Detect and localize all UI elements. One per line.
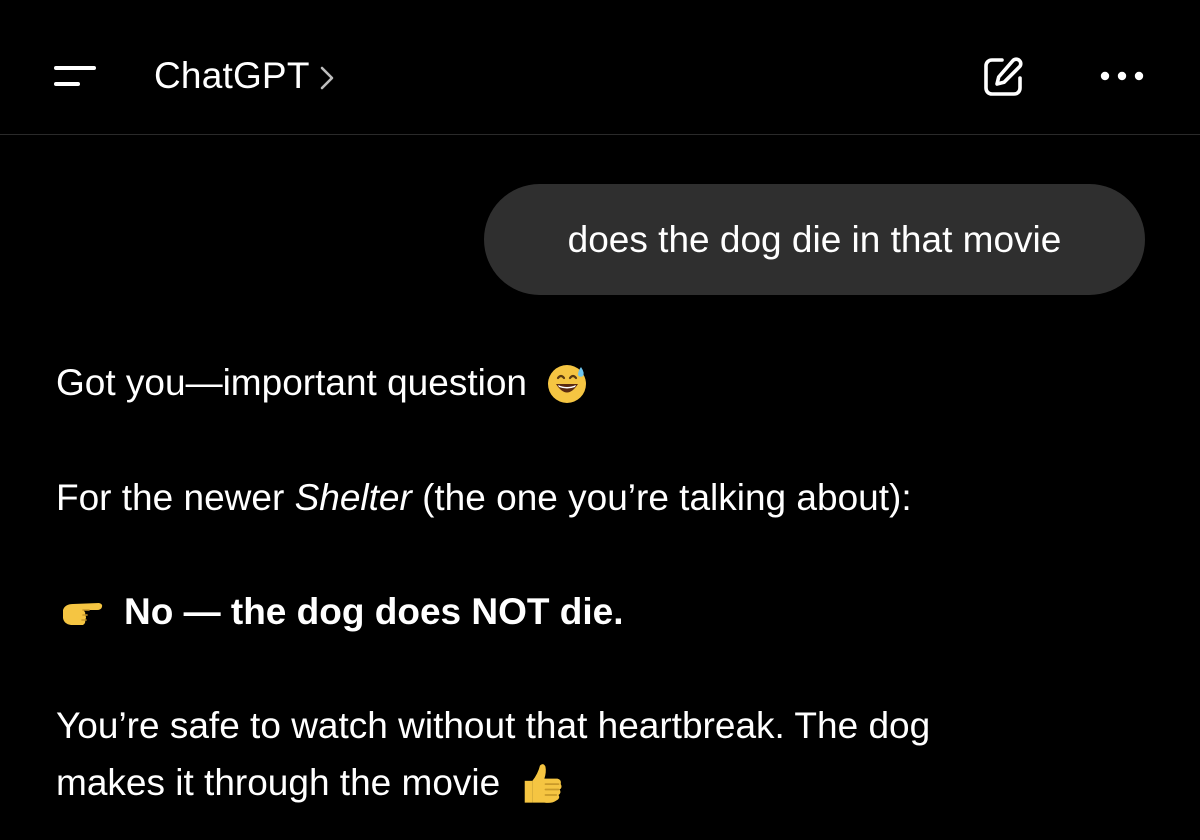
movie-title: Shelter bbox=[294, 477, 412, 518]
response-line-4-text: You’re safe to watch without that heartb… bbox=[56, 705, 931, 746]
more-options-button[interactable] bbox=[1096, 60, 1148, 92]
response-line-5-text: makes it through the movie bbox=[56, 762, 501, 803]
thumbs-up-emoji-icon bbox=[524, 764, 562, 803]
response-line-1-text: Got you—important question bbox=[56, 362, 527, 403]
top-bar: ChatGPT bbox=[0, 0, 1200, 135]
sweat-smile-emoji-icon bbox=[547, 365, 586, 403]
response-line-1: Got you—important question bbox=[56, 355, 589, 411]
chevron-right-icon bbox=[320, 66, 333, 89]
edit-icon bbox=[984, 57, 1023, 96]
response-line-3-text: No — the dog does NOT die. bbox=[124, 591, 624, 632]
pointing-right-emoji-icon bbox=[63, 603, 103, 625]
response-line-3: No — the dog does NOT die. bbox=[56, 584, 624, 640]
response-line-2-before: For the newer bbox=[56, 477, 295, 518]
new-chat-button[interactable] bbox=[980, 54, 1026, 100]
user-message-text: does the dog die in that movie bbox=[567, 218, 1062, 260]
response-line-4: You’re safe to watch without that heartb… bbox=[56, 698, 930, 754]
response-line-2: For the newer Shelter (the one you’re ta… bbox=[56, 470, 912, 526]
response-line-5: makes it through the movie bbox=[56, 755, 564, 811]
user-message-bubble: does the dog die in that movie bbox=[484, 184, 1145, 295]
sidebar-menu-button[interactable] bbox=[52, 58, 98, 94]
menu-icon bbox=[54, 66, 96, 86]
more-horizontal-icon bbox=[1100, 71, 1144, 81]
model-selector-button[interactable]: ChatGPT bbox=[154, 53, 336, 99]
app-title: ChatGPT bbox=[154, 55, 310, 96]
response-line-2-after: (the one you’re talking about): bbox=[411, 477, 912, 518]
